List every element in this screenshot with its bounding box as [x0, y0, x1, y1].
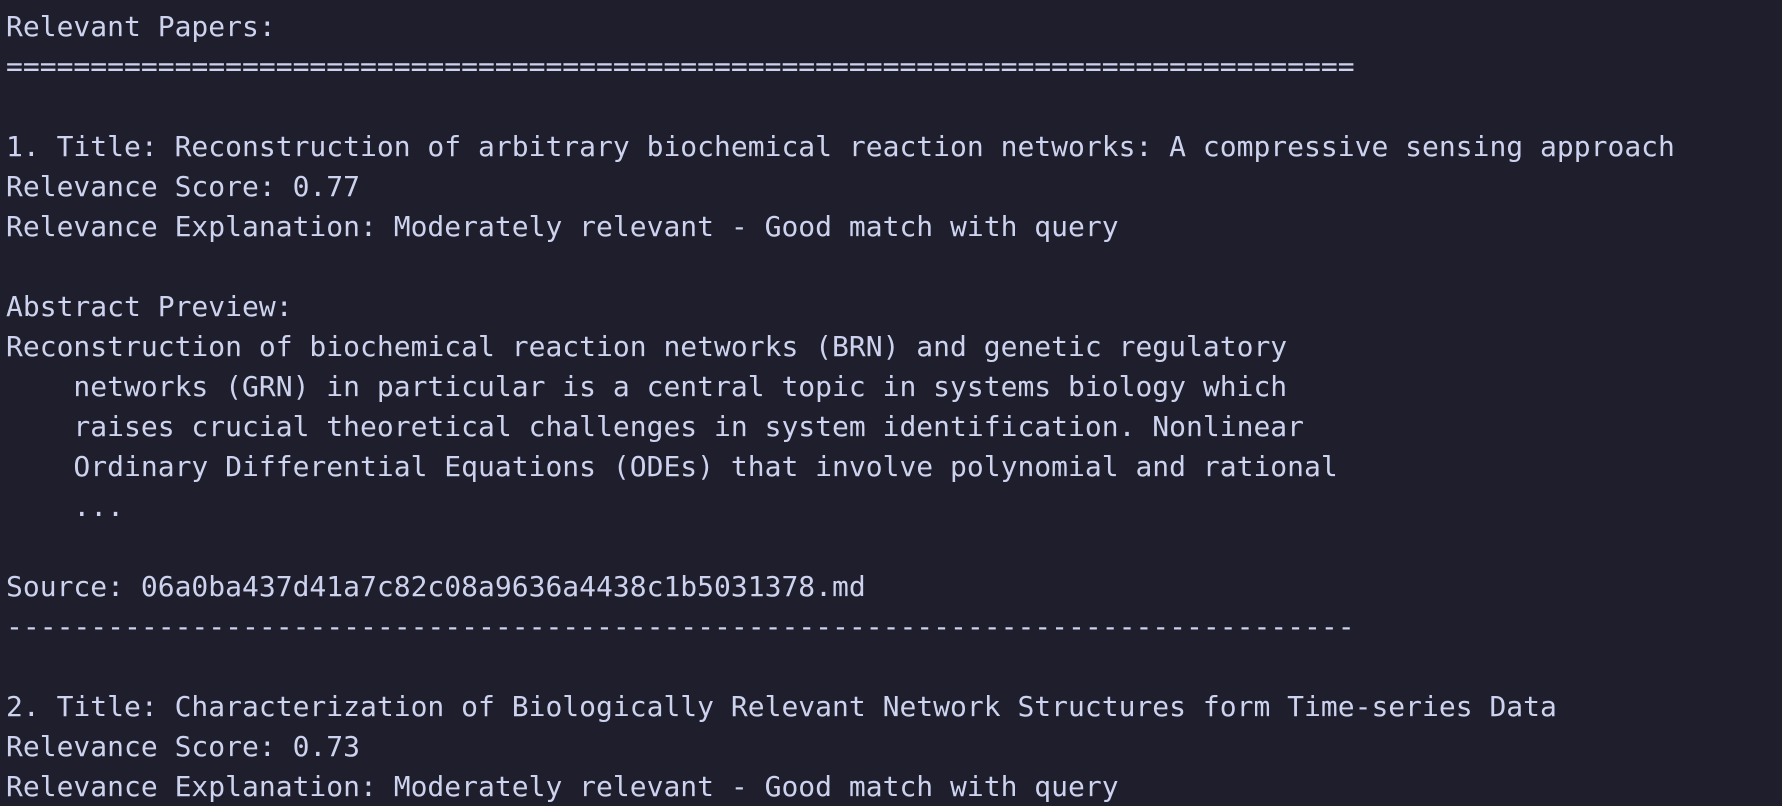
paper-1-abstract-line: Ordinary Differential Equations (ODEs) t… — [6, 450, 1338, 483]
paper-1-score: Relevance Score: 0.77 — [6, 170, 361, 203]
terminal-output[interactable]: Relevant Papers: =======================… — [0, 0, 1782, 806]
separator-double: ========================================… — [6, 50, 1355, 83]
separator-single: ----------------------------------------… — [6, 610, 1355, 643]
paper-1-abstract-line: networks (GRN) in particular is a centra… — [6, 370, 1288, 403]
paper-2-score: Relevance Score: 0.73 — [6, 730, 361, 763]
paper-1-abstract-line: raises crucial theoretical challenges in… — [6, 410, 1305, 443]
paper-1-abstract-ellipsis: ... — [6, 490, 125, 523]
paper-1-abstract-heading: Abstract Preview: — [6, 290, 293, 323]
paper-1-explanation: Relevance Explanation: Moderately releva… — [6, 210, 1119, 243]
paper-1-title: 1. Title: Reconstruction of arbitrary bi… — [6, 130, 1675, 163]
paper-1-abstract-line: Reconstruction of biochemical reaction n… — [6, 330, 1288, 363]
paper-1-source: Source: 06a0ba437d41a7c82c08a9636a4438c1… — [6, 570, 866, 603]
paper-2-explanation: Relevance Explanation: Moderately releva… — [6, 770, 1119, 803]
paper-2-title: 2. Title: Characterization of Biological… — [6, 690, 1557, 723]
results-heading: Relevant Papers: — [6, 10, 276, 43]
